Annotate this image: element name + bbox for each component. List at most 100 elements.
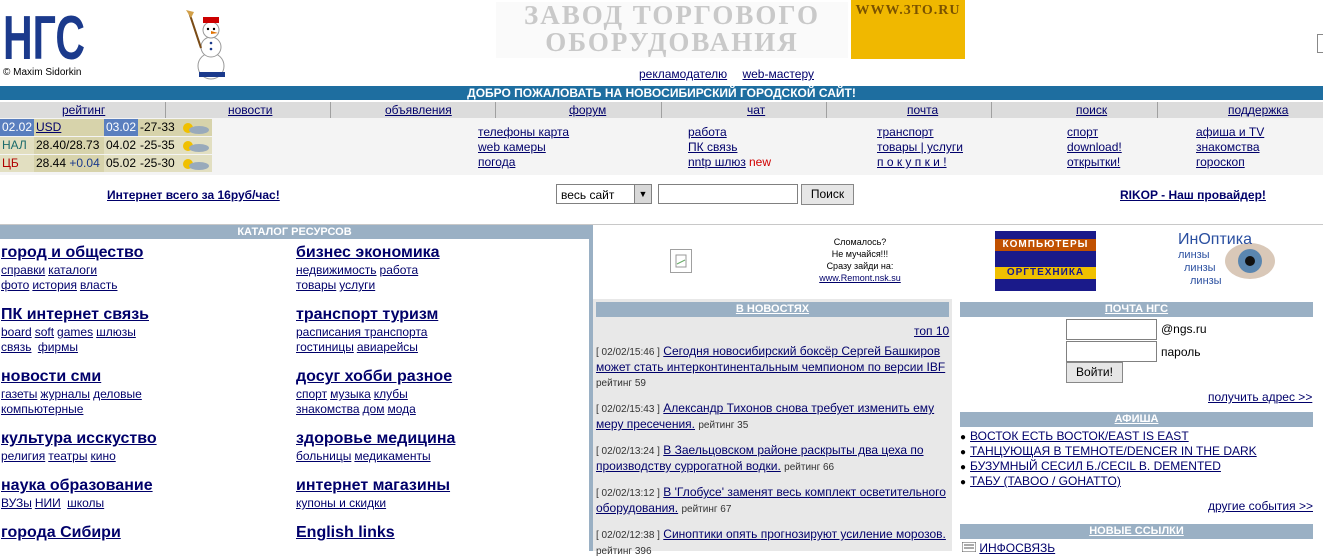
catalog-head-culture[interactable]: культура исскуство (1, 430, 157, 448)
catalog-link[interactable]: власть (80, 278, 118, 292)
link-phones-map[interactable]: телефоны карта (478, 125, 569, 139)
afisha-link[interactable]: ТАНЦУЮЩАЯ В ТЕМНОТЕ/DENCER IN THE DARK (970, 444, 1257, 458)
catalog-link[interactable]: фирмы (38, 340, 78, 354)
catalog-head-siberia[interactable]: города Сибири (1, 524, 121, 542)
link-horoscope[interactable]: гороскоп (1196, 155, 1245, 169)
rate-date[interactable]: 02.02 (0, 119, 34, 136)
top10-link[interactable]: топ 10 (914, 324, 949, 338)
search-input[interactable] (658, 184, 798, 204)
afisha-link[interactable]: БУЗУМНЫЙ СЕСИЛ Б./CECIL B. DEMENTED (970, 459, 1221, 473)
catalog-link[interactable]: клубы (374, 387, 408, 401)
nav-news[interactable]: новости (228, 103, 272, 117)
catalog-link[interactable]: история (32, 278, 77, 292)
catalog-link[interactable]: НИИ (35, 496, 61, 510)
search-button[interactable]: Поиск (801, 184, 854, 205)
link-postcards[interactable]: открытки! (1067, 155, 1120, 169)
catalog-link[interactable]: расписания транспорта (296, 325, 427, 339)
catalog-link[interactable]: фото (1, 278, 29, 292)
ad-computers[interactable]: КОМПЬЮТЕРЫ ОРГТЕХНИКА (995, 231, 1096, 291)
link-nntp[interactable]: nntp шлюз (688, 155, 746, 169)
nav-forum[interactable]: форум (569, 103, 606, 117)
catalog-link[interactable]: недвижимость (296, 263, 377, 277)
catalog-head-english[interactable]: English links (296, 524, 395, 542)
nav-rating[interactable]: рейтинг (62, 103, 105, 117)
remont-link[interactable]: www.Remont.nsk.su (819, 273, 901, 283)
catalog-head-health[interactable]: здоровье медицина (296, 430, 455, 448)
other-events-link[interactable]: другие события >> (1208, 499, 1313, 513)
afisha-title-link[interactable]: АФИША (1115, 413, 1159, 425)
new-link[interactable]: ИНФОСВЯЗЬ (979, 541, 1055, 555)
search-scope-select[interactable]: весь сайт ▼ (556, 184, 652, 204)
link-dating[interactable]: знакомства (1196, 140, 1260, 154)
catalog-link[interactable]: школы (67, 496, 104, 510)
catalog-link[interactable]: работа (380, 263, 419, 277)
catalog-head-business[interactable]: бизнес экономика (296, 244, 440, 262)
ad-banner-factory[interactable]: ЗАВОД ТОРГОВОГО ОБОРУДОВАНИЯ (496, 2, 848, 58)
nav-chat[interactable]: чат (747, 103, 765, 117)
catalog-link[interactable]: газеты (1, 387, 37, 401)
catalog-link[interactable]: гостиницы (296, 340, 354, 354)
catalog-link[interactable]: журналы (40, 387, 90, 401)
catalog-link[interactable]: деловые (93, 387, 142, 401)
catalog-link[interactable]: компьютерные (1, 402, 83, 416)
link-purchases[interactable]: п о к у п к и ! (877, 155, 947, 169)
internet-ad-link[interactable]: Интернет всего за 16руб/час! (107, 188, 280, 202)
catalog-link[interactable]: board (1, 325, 32, 339)
catalog-link[interactable]: мода (387, 402, 415, 416)
ad-banner-url[interactable]: WWW.3TO.RU (851, 0, 965, 59)
get-address-link[interactable]: получить адрес >> (1208, 390, 1312, 404)
catalog-link[interactable]: спорт (296, 387, 327, 401)
weather-date-1[interactable]: 03.02 (104, 119, 138, 136)
ad-optics[interactable]: ИнОптика линзы линзы линзы (1176, 231, 1277, 291)
catalog-link[interactable]: справки (1, 263, 45, 277)
catalog-link[interactable]: кино (90, 449, 115, 463)
catalog-link[interactable]: шлюзы (96, 325, 136, 339)
catalog-link[interactable]: купоны и скидки (296, 496, 386, 510)
mail-login-input[interactable] (1066, 319, 1157, 340)
broken-image-icon[interactable] (670, 249, 692, 273)
mail-password-input[interactable] (1066, 341, 1157, 362)
new-links-title-link[interactable]: НОВЫЕ ССЫЛКИ (1089, 525, 1184, 537)
afisha-link[interactable]: ТАБУ (TABOO / GOHATTO) (970, 474, 1121, 488)
catalog-head-transport[interactable]: транспорт туризм (296, 306, 438, 324)
nav-mail[interactable]: почта (907, 103, 938, 117)
provider-link[interactable]: RIKOP - Наш провайдер! (1120, 188, 1266, 202)
catalog-link[interactable]: товары (296, 278, 336, 292)
catalog-head-city[interactable]: город и общество (1, 244, 143, 262)
catalog-link[interactable]: дом (363, 402, 385, 416)
catalog-link[interactable]: услуги (339, 278, 375, 292)
news-link[interactable]: Синоптики опять прогнозируют усиление мо… (663, 527, 946, 541)
link-afisha-tv[interactable]: афиша и TV (1196, 125, 1264, 139)
catalog-link[interactable]: знакомства (296, 402, 360, 416)
chevron-down-icon[interactable]: ▼ (634, 185, 651, 203)
catalog-head-leisure[interactable]: досуг хобби разное (296, 368, 452, 386)
catalog-link[interactable]: связь (1, 340, 32, 354)
link-sport[interactable]: спорт (1067, 125, 1098, 139)
link-jobs[interactable]: работа (688, 125, 727, 139)
mail-title-link[interactable]: ПОЧТА НГС (1105, 303, 1168, 315)
nav-search[interactable]: поиск (1076, 103, 1107, 117)
catalog-link[interactable]: театры (48, 449, 87, 463)
catalog-link[interactable]: музыка (330, 387, 371, 401)
catalog-head-media[interactable]: новости сми (1, 368, 101, 386)
catalog-link[interactable]: медикаменты (354, 449, 430, 463)
catalog-link[interactable]: soft (35, 325, 54, 339)
afisha-link[interactable]: ВОСТОК ЕСТЬ ВОСТОК/EAST IS EAST (970, 429, 1189, 443)
catalog-link[interactable]: религия (1, 449, 45, 463)
catalog-link[interactable]: авиарейсы (357, 340, 418, 354)
news-title-link[interactable]: В НОВОСТЯХ (736, 303, 809, 315)
catalog-link[interactable]: ВУЗы (1, 496, 32, 510)
catalog-head-science[interactable]: наука образование (1, 477, 153, 495)
catalog-head-shops[interactable]: интернет магазины (296, 477, 450, 495)
link-pc-connection[interactable]: ПК связь (688, 140, 737, 154)
nav-support[interactable]: поддержка (1228, 103, 1288, 117)
link-goods-services[interactable]: товары | услуги (877, 140, 963, 154)
catalog-link[interactable]: больницы (296, 449, 351, 463)
usd-link[interactable]: USD (36, 120, 61, 134)
webmaster-link[interactable]: web-мастеру (742, 67, 814, 81)
login-button[interactable]: Войти! (1066, 362, 1123, 383)
link-download[interactable]: download! (1067, 140, 1122, 154)
link-transport[interactable]: транспорт (877, 125, 934, 139)
catalog-link[interactable]: каталоги (48, 263, 97, 277)
ad-remont[interactable]: Сломалось? Не мучайся!!! Сразу зайди на:… (805, 236, 915, 284)
